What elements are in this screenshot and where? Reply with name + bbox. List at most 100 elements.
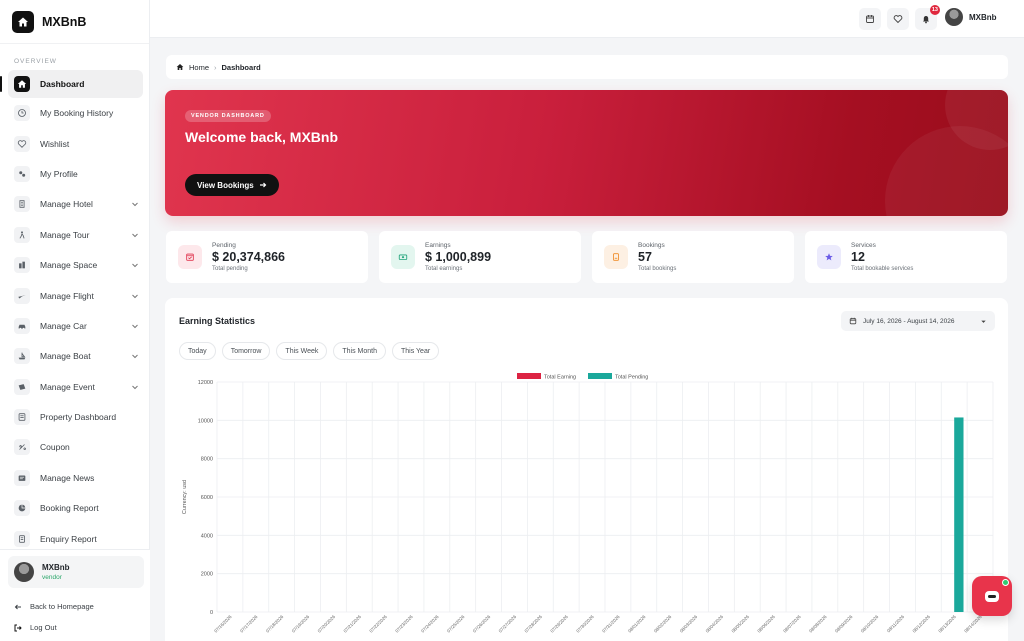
back-to-homepage-label: Back to Homepage [30,602,94,611]
sidebar-footer: MXBnb vendor Back to Homepage Log Out [0,549,150,641]
sidebar-item-wishlist[interactable]: Wishlist [0,128,149,158]
stat-subtitle: Total pending [212,266,248,272]
breadcrumb-home[interactable]: Home [189,63,209,72]
plane-icon [14,287,30,304]
chevron-down-icon [132,294,138,298]
x-tick-label: 07/20/2026 [317,614,337,634]
sidebar-item-manage-boat[interactable]: Manage Boat [0,341,149,371]
online-indicator [1002,579,1009,586]
x-tick-label: 08/02/2026 [653,614,673,634]
x-tick-label: 07/24/2026 [420,614,440,634]
brand[interactable]: MXBnB [0,0,149,44]
x-tick-label: 07/27/2026 [498,614,518,634]
space-icon [14,257,30,274]
x-tick-label: 07/23/2026 [394,614,414,634]
x-tick-label: 07/22/2026 [368,614,388,634]
x-tick-label: 08/05/2026 [731,614,751,634]
x-tick-label: 07/21/2026 [343,614,363,634]
stat-value: 12 [851,250,865,264]
clock-icon [14,105,30,122]
robot-icon [985,591,999,602]
stat-subtitle: Total bookable services [851,266,914,272]
earning-chart: 0 2000 4000 6000 8000 10000 12000 Currency: usd… [182,373,994,634]
notifications-button[interactable]: 13 [915,5,940,30]
sidebar-item-booking-report[interactable]: Booking Report [0,493,149,523]
coupon-icon [14,439,30,456]
x-tick-label: 07/17/2026 [239,614,259,634]
x-tick-label: 08/08/2026 [808,614,828,634]
back-to-homepage-link[interactable]: Back to Homepage [0,596,150,617]
sidebar-item-my-booking-history[interactable]: My Booking History [0,98,149,128]
x-tick-label: 07/28/2026 [524,614,544,634]
property-icon [14,409,30,426]
y-tick-label: 2000 [201,572,213,578]
sidebar-item-my-profile[interactable]: My Profile [0,159,149,189]
sidebar-item-manage-hotel[interactable]: Manage Hotel [0,189,149,219]
chat-assistant-button[interactable] [972,576,1012,616]
view-bookings-label: View Bookings [197,180,254,190]
arrow-right-icon [259,182,267,188]
sidebar-item-manage-event[interactable]: Manage Event [0,372,149,402]
x-tick-label: 08/06/2026 [756,614,776,634]
sidebar-item-label: Manage Event [40,381,95,392]
sidebar-item-manage-car[interactable]: Manage Car [0,311,149,341]
earning-statistics-card: Earning Statistics July 16, 2026 - Augus… [165,298,1008,641]
topbar: 13 MXBnb [150,0,1024,38]
sidebar-item-coupon[interactable]: Coupon [0,432,149,462]
user-name: MXBnb [42,563,70,572]
sidebar-item-label: Manage Hotel [40,199,93,210]
sidebar-item-property-dashboard[interactable]: Property Dashboard [0,402,149,432]
sidebar-item-label: Booking Report [40,503,99,514]
stat-value: $ 20,374,866 [212,250,285,264]
logout-link[interactable]: Log Out [0,617,150,638]
news-icon [14,469,30,486]
calendar-icon [866,15,874,23]
bookmark-icon [604,245,628,269]
calendar-button[interactable] [859,8,881,30]
stat-label: Bookings [638,242,665,249]
vendor-dashboard-tag: VENDOR DASHBOARD [185,110,271,122]
logout-label: Log Out [30,623,57,632]
top-user-menu[interactable]: MXBnb [945,8,997,26]
sidebar-item-label: Manage Car [40,320,87,331]
sidebar-item-dashboard[interactable]: Dashboard [0,70,143,98]
sidebar-item-label: Manage Space [40,260,98,271]
money-icon [391,245,415,269]
sidebar-item-label: Enquiry Report [40,533,97,544]
legend-swatch [517,373,541,379]
chevron-down-icon [132,203,138,207]
stat-value: 57 [638,250,652,264]
home-icon [14,76,30,92]
breadcrumb-separator: › [214,62,217,72]
breadcrumb: Home › Dashboard [166,55,1008,79]
stat-value: $ 1,000,899 [425,250,492,264]
x-tick-label: 08/12/2026 [912,614,932,634]
home-icon [176,64,184,70]
heart-icon [893,15,903,24]
welcome-title: Welcome back, MXBnb [185,129,339,145]
x-tick-label: 08/01/2026 [627,614,647,634]
arrow-left-icon [14,604,21,609]
view-bookings-button[interactable]: View Bookings [185,174,279,196]
user-role: vendor [42,574,62,581]
user-card[interactable]: MXBnb vendor [8,556,144,588]
bar-total-pending [954,417,964,612]
wishlist-button[interactable] [887,8,909,30]
boat-icon [14,348,30,365]
x-tick-label: 08/14/2026 [963,614,983,634]
sidebar-item-manage-news[interactable]: Manage News [0,463,149,493]
sidebar-item-manage-tour[interactable]: Manage Tour [0,220,149,250]
home-icon [12,10,34,33]
sidebar-item-label: Manage News [40,472,95,483]
x-tick-label: 08/11/2026 [886,614,906,634]
sidebar-item-manage-flight[interactable]: Manage Flight [0,280,149,310]
y-tick-label: 4000 [201,533,213,539]
users-icon [14,165,30,182]
sidebar-item-label: My Booking History [40,108,114,119]
x-tick-label: 07/25/2026 [446,614,466,634]
legend-label: Total Earning [544,375,576,381]
welcome-banner: VENDOR DASHBOARD Welcome back, MXBnb Vie… [165,90,1008,216]
building-icon [14,196,30,213]
sidebar-item-label: Manage Flight [40,290,94,301]
sidebar-item-manage-space[interactable]: Manage Space [0,250,149,280]
